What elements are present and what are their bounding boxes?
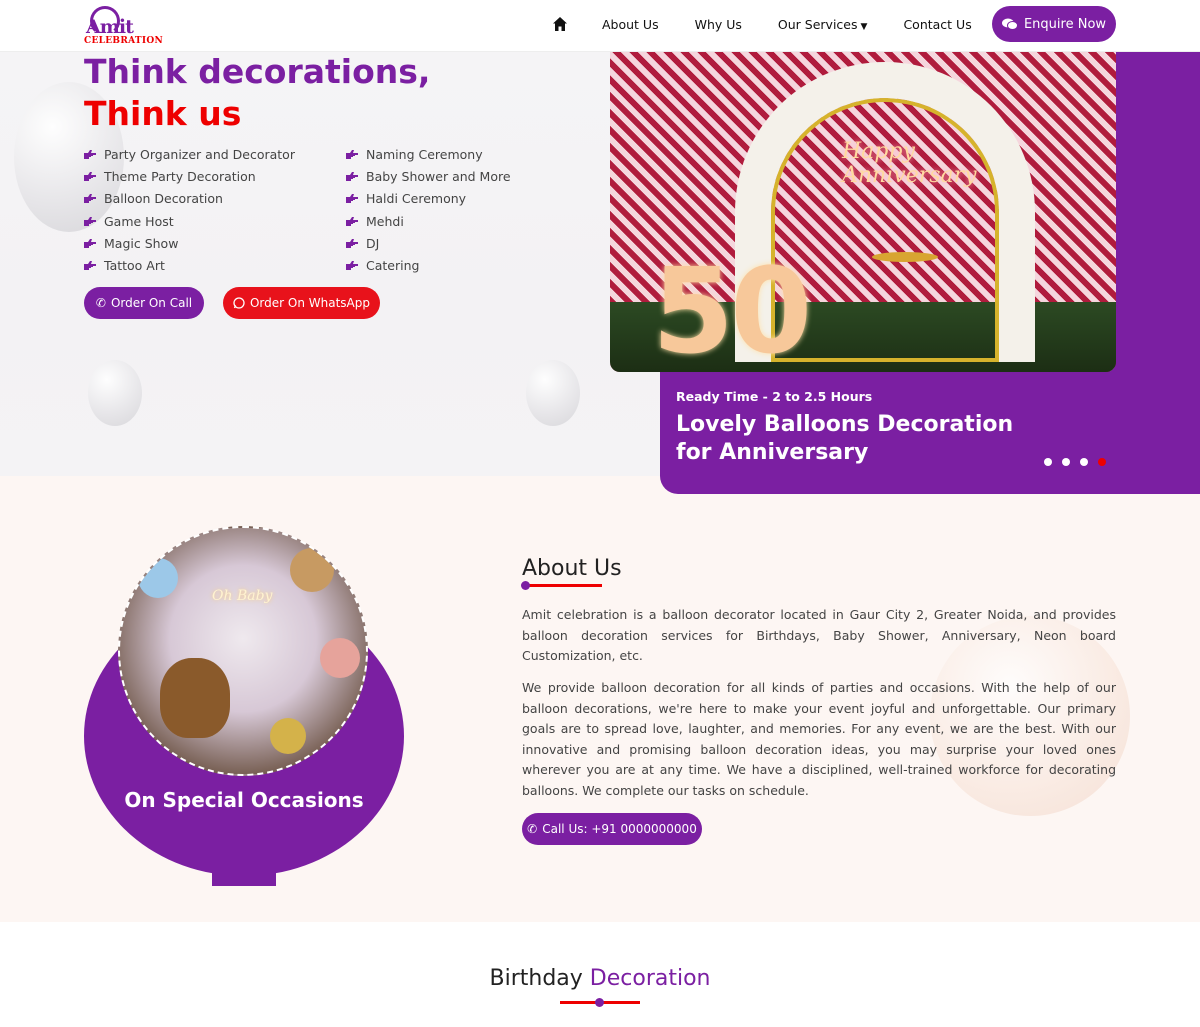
about-title-underline (521, 581, 602, 590)
nav-our-services[interactable]: Our Services ▼ (778, 17, 868, 32)
service-label: Tattoo Art (104, 258, 165, 274)
service-item: Game Host (84, 210, 295, 232)
pointing-hand-icon (346, 149, 358, 159)
occasions-label: On Special Occasions (124, 788, 364, 812)
call-us-label: Call Us: +91 0000000000 (542, 822, 697, 836)
pointing-hand-icon (346, 261, 358, 271)
pointing-hand-icon (84, 261, 96, 271)
service-label: Magic Show (104, 235, 179, 251)
logo-word: Amit (86, 16, 134, 38)
teddy-bear (160, 658, 230, 738)
service-item: Tattoo Art (84, 254, 295, 276)
photo-balloon (270, 718, 306, 754)
birthday-title: Birthday Decoration (0, 966, 1200, 991)
birthday-title-accent: Decoration (589, 966, 711, 991)
slider-dot-active[interactable] (1098, 458, 1106, 466)
service-label: Naming Ceremony (366, 146, 483, 162)
slider-dot[interactable] (1062, 458, 1070, 466)
service-label: Theme Party Decoration (104, 168, 256, 184)
nav-our-services-label: Our Services (777, 16, 858, 32)
service-label: Haldi Ceremony (366, 191, 467, 207)
birthday-title-underline (560, 998, 640, 1007)
slider-dot[interactable] (1044, 458, 1052, 466)
nav-why-us[interactable]: Why Us (695, 17, 742, 32)
service-item: Theme Party Decoration (84, 165, 295, 187)
service-item: DJ (346, 232, 511, 254)
service-label: Mehdi (366, 213, 404, 229)
service-item: Haldi Ceremony (346, 188, 511, 210)
main-nav: About Us Why Us Our Services ▼ Contact Us (552, 16, 1008, 32)
slider-dots (1044, 458, 1106, 466)
service-item: Catering (346, 254, 511, 276)
enquire-now-button[interactable]: Enquire Now (992, 6, 1116, 42)
pointing-hand-icon (346, 216, 358, 226)
slider-dot[interactable] (1080, 458, 1088, 466)
photo-balloon (138, 558, 178, 598)
pointing-hand-icon (84, 216, 96, 226)
photo-balloon (290, 548, 334, 592)
pointing-hand-icon (84, 171, 96, 181)
chevron-down-icon: ▼ (860, 21, 868, 32)
service-label: Baby Shower and More (366, 168, 511, 184)
service-item: Baby Shower and More (346, 165, 511, 187)
decorative-balloon (88, 360, 142, 426)
order-on-call-button[interactable]: ✆ Order On Call (84, 287, 204, 319)
about-paragraph-1: Amit celebration is a balloon decorator … (522, 607, 1116, 663)
birthday-section: Birthday Decoration (0, 922, 1200, 1027)
pointing-hand-icon (84, 149, 96, 159)
service-label: Game Host (104, 213, 174, 229)
pointing-hand-icon (84, 194, 96, 204)
order-on-whatsapp-label: Order On WhatsApp (249, 296, 370, 310)
enquire-now-label: Enquire Now (1023, 16, 1107, 32)
order-on-whatsapp-button[interactable]: Order On WhatsApp (223, 287, 380, 319)
photo-neon-text: Oh Baby (212, 588, 273, 604)
birthday-title-plain: Birthday (489, 966, 583, 991)
slide-image: Happy Anniversary 50 (610, 52, 1116, 372)
photo-balloon (320, 638, 360, 678)
service-item: Magic Show (84, 232, 295, 254)
decorative-balloon (526, 360, 580, 426)
site-header: Amit CELEBRATION About Us Why Us Our Ser… (0, 0, 1200, 52)
hero-headline-line1: Think decorations, (84, 52, 431, 91)
phone-icon: ✆ (527, 822, 538, 836)
service-label: Party Organizer and Decorator (104, 146, 295, 162)
service-item: Naming Ceremony (346, 143, 511, 165)
home-icon[interactable] (552, 16, 568, 32)
service-item: Balloon Decoration (84, 188, 295, 210)
decor-table (872, 252, 938, 262)
neon-sign-line1: Happy (842, 139, 915, 164)
nav-about-us[interactable]: About Us (602, 17, 659, 32)
service-label: DJ (366, 235, 380, 251)
nav-contact-us[interactable]: Contact Us (903, 17, 971, 32)
pointing-hand-icon (346, 238, 358, 248)
pointing-hand-icon (346, 171, 358, 181)
about-section: Oh Baby On Special Occasions About Us Am… (0, 476, 1200, 922)
neon-sign: Happy Anniversary (842, 139, 977, 189)
chat-icon (1001, 18, 1018, 30)
slide-title: Lovely Balloons Decoration for Anniversa… (676, 412, 1014, 465)
about-paragraph-2: We provide balloon decoration for all ki… (522, 680, 1116, 798)
services-list-right: Naming Ceremony Baby Shower and More Hal… (346, 143, 511, 277)
occasions-photo: Oh Baby (118, 526, 368, 776)
service-label: Balloon Decoration (104, 191, 223, 207)
phone-icon: ✆ (95, 296, 106, 310)
service-item: Mehdi (346, 210, 511, 232)
marquee-number: 50 (652, 242, 812, 372)
logo-subtitle: CELEBRATION (84, 36, 164, 46)
site-logo[interactable]: Amit CELEBRATION (84, 4, 174, 48)
pointing-hand-icon (346, 194, 358, 204)
service-label: Catering (366, 258, 420, 274)
neon-sign-line2: Anniversary (842, 163, 977, 189)
order-on-call-label: Order On Call (110, 296, 193, 310)
whatsapp-icon (233, 297, 245, 309)
service-item: Party Organizer and Decorator (84, 143, 295, 165)
hero-headline-line2: Think us (84, 94, 242, 133)
slide-ready-time: Ready Time - 2 to 2.5 Hours (676, 389, 873, 404)
services-list-left: Party Organizer and Decorator Theme Part… (84, 143, 295, 277)
call-us-button[interactable]: ✆ Call Us: +91 0000000000 (522, 813, 702, 845)
occasions-balloon-knot (212, 866, 276, 886)
pointing-hand-icon (84, 238, 96, 248)
about-title: About Us (522, 556, 622, 581)
